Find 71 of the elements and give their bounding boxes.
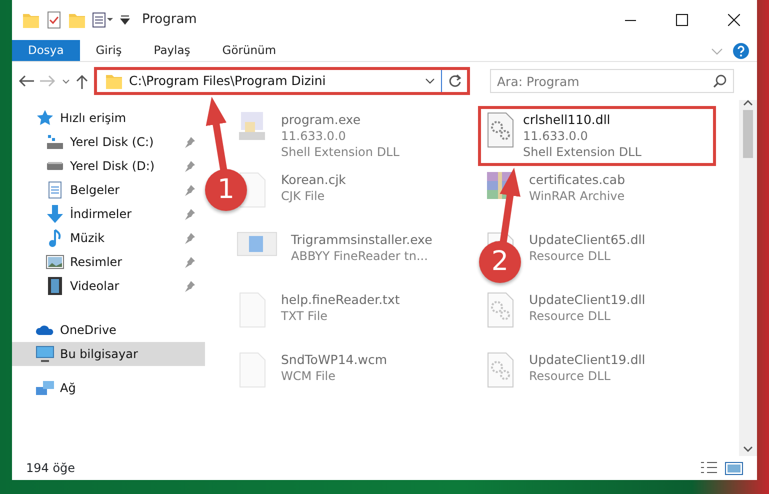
- file-detail: 11.633.0.0: [523, 128, 589, 144]
- up-arrow-icon[interactable]: [76, 74, 88, 88]
- scroll-down-icon[interactable]: [743, 446, 753, 452]
- sidebar-item[interactable]: Videolar: [12, 274, 205, 298]
- address-bar[interactable]: C:\Program Files\Program Dizini: [94, 67, 470, 95]
- sidebar-item[interactable]: Bu bilgisayar: [12, 342, 205, 366]
- sidebar-item[interactable]: Resimler: [12, 250, 205, 274]
- selected-file-frame[interactable]: crlshell110.dll 11.633.0.0 Shell Extension DLL: [478, 106, 716, 166]
- file-detail: Resource DLL: [529, 248, 612, 264]
- window-title: Program: [142, 11, 197, 30]
- scrollbar-thumb[interactable]: [743, 110, 753, 158]
- ribbon-tab[interactable]: Giriş: [80, 40, 138, 61]
- file-detail: Shell Extension DLL: [523, 144, 642, 160]
- download-arrow-icon: [46, 205, 64, 223]
- sidebar-item[interactable]: Yerel Disk (D:): [12, 154, 205, 178]
- drive-icon: [46, 135, 64, 149]
- properties-icon[interactable]: [92, 12, 114, 28]
- cloud-icon: [36, 325, 54, 335]
- sidebar-item[interactable]: Ağ: [12, 376, 205, 400]
- ribbon-tab[interactable]: Paylaş: [138, 40, 206, 61]
- chevron-down-icon[interactable]: [62, 78, 70, 84]
- sidebar-item[interactable]: Yerel Disk (C:): [12, 130, 205, 154]
- file-name[interactable]: Trigrammsinstaller.exe: [291, 232, 432, 248]
- file-name[interactable]: help.fineReader.txt: [281, 292, 400, 308]
- refresh-icon: [448, 74, 462, 88]
- sidebar-item[interactable]: Hızlı erişim: [12, 106, 205, 130]
- file-name[interactable]: SndToWP14.wcm: [281, 352, 387, 368]
- maximize-icon: [676, 14, 688, 26]
- file-detail: Resource DLL: [529, 368, 612, 384]
- star-icon: [36, 110, 54, 126]
- scroll-up-icon[interactable]: [743, 100, 753, 106]
- picture-icon: [46, 255, 64, 269]
- file-detail: Shell Extension DLL: [281, 144, 400, 160]
- close-icon: [728, 14, 740, 26]
- settings-file-icon: [485, 112, 515, 148]
- large-icons-view-icon[interactable]: [725, 462, 743, 474]
- monitor-icon: [36, 346, 54, 362]
- document-icon: [46, 181, 64, 199]
- file-detail: Resource DLL: [529, 308, 612, 324]
- search-field[interactable]: Ara: Program: [490, 69, 734, 93]
- sidebar-item[interactable]: İndirmeler: [12, 202, 205, 226]
- back-arrow-icon[interactable]: [18, 75, 34, 87]
- item-count: 194 öğe: [26, 460, 76, 477]
- file-name[interactable]: UpdateClient19.dll: [529, 352, 646, 368]
- file-detail: 11.633.0.0: [281, 128, 347, 144]
- drive-icon: [46, 162, 64, 170]
- file-name[interactable]: UpdateClient65.dll: [529, 232, 646, 248]
- dropdown-icon[interactable]: [120, 15, 130, 25]
- file-name[interactable]: UpdateClient19.dll: [529, 292, 646, 308]
- network-icon: [36, 381, 54, 395]
- file-name[interactable]: program.exe: [281, 112, 400, 128]
- film-strip-icon: [46, 277, 64, 295]
- file-detail: TXT File: [281, 308, 329, 324]
- checklist-icon[interactable]: [46, 11, 62, 29]
- file-detail: ABBYY FineReader tn...: [291, 248, 429, 264]
- folder-icon: [105, 73, 123, 89]
- sidebar-item[interactable]: Müzik: [12, 226, 205, 250]
- file-detail: CJK File: [281, 188, 326, 204]
- ribbon-tab[interactable]: Görünüm: [206, 40, 292, 61]
- sidebar-item[interactable]: OneDrive: [12, 318, 205, 342]
- ribbon-tab[interactable]: Dosya: [12, 40, 80, 61]
- file-detail: WCM File: [281, 368, 336, 384]
- search-icon: [713, 74, 727, 88]
- sidebar-item[interactable]: Belgeler: [12, 178, 205, 202]
- chevron-down-icon[interactable]: [425, 78, 435, 84]
- help-icon[interactable]: [733, 43, 749, 59]
- file-name[interactable]: certificates.cab: [529, 172, 626, 188]
- file-name[interactable]: crlshell110.dll: [523, 112, 642, 128]
- file-name[interactable]: Korean.cjk: [281, 172, 346, 188]
- file-detail: WinRAR Archive: [529, 188, 626, 204]
- details-view-icon[interactable]: [700, 462, 717, 472]
